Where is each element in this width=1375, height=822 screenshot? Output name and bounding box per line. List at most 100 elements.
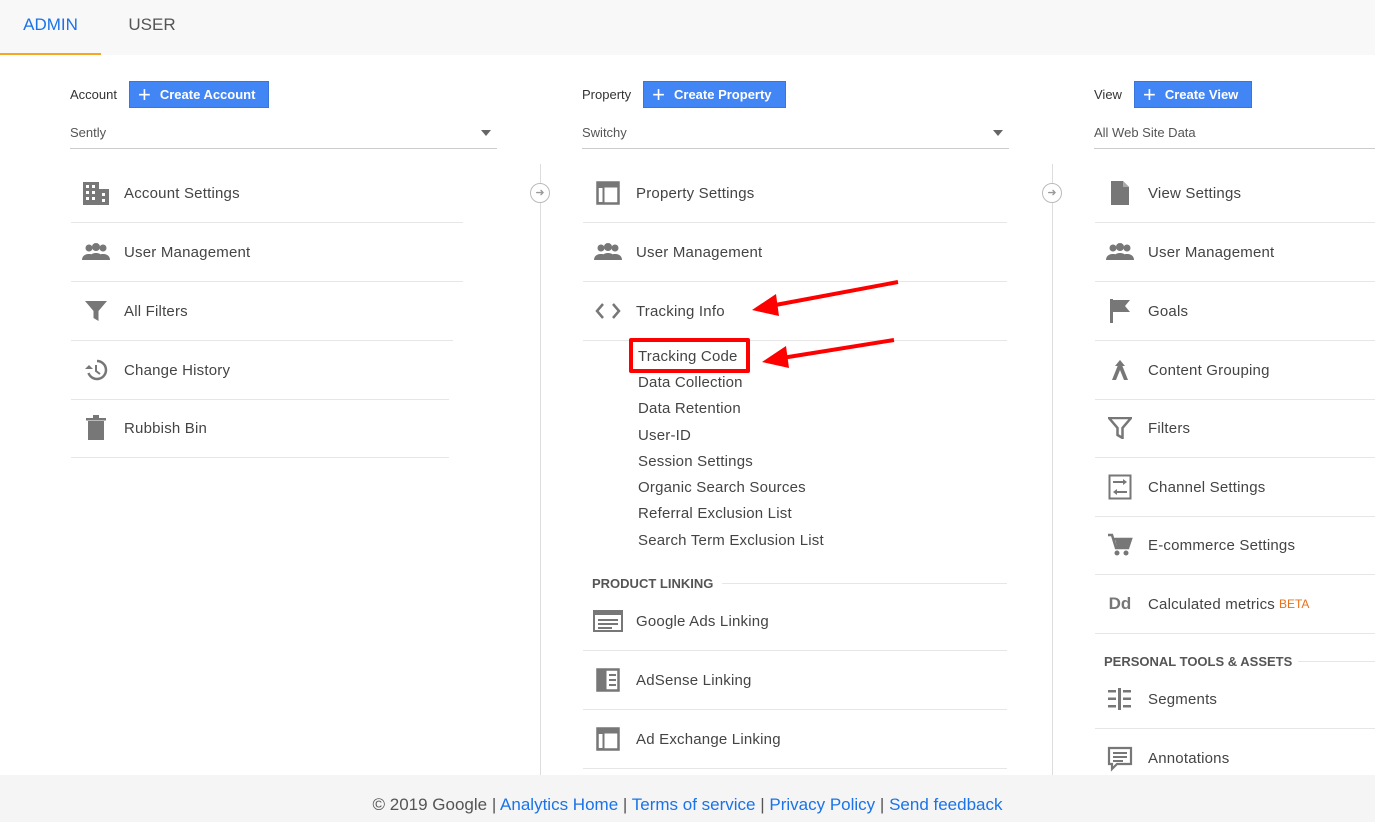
grouping-icon — [1105, 356, 1135, 384]
plus-icon: + — [652, 81, 665, 107]
separator: | — [760, 795, 765, 814]
google-ads-linking-item[interactable]: Google Ads Linking — [583, 592, 1007, 651]
history-icon — [81, 356, 111, 384]
column-divider — [1052, 164, 1053, 775]
segments-icon — [1105, 685, 1135, 713]
document-icon — [1105, 179, 1135, 207]
plus-icon: + — [137, 81, 151, 107]
create-account-button[interactable]: + Create Account — [128, 81, 270, 108]
create-account-label: Create Account — [159, 87, 256, 102]
property-settings-label: Property Settings — [636, 184, 755, 202]
data-retention-link[interactable]: Data Retention — [638, 400, 741, 417]
arrow-right-icon: ➜ — [1042, 183, 1062, 203]
google-ads-linking-label: Google Ads Linking — [636, 612, 769, 630]
annotations-label: Annotations — [1148, 750, 1230, 767]
divider — [722, 583, 1007, 584]
property-label: Property — [582, 87, 632, 102]
change-history-item[interactable]: Change History — [71, 341, 449, 400]
property-selected-value: Switchy — [582, 125, 627, 140]
ad-exchange-linking-label: Ad Exchange Linking — [636, 730, 781, 748]
ecommerce-settings-label: E-commerce Settings — [1148, 536, 1296, 554]
property-user-management-label: User Management — [636, 243, 763, 261]
personal-tools-heading: PERSONAL TOOLS & ASSETS — [1104, 654, 1293, 669]
goals-label: Goals — [1148, 302, 1189, 320]
create-property-button[interactable]: + Create Property — [643, 81, 786, 108]
divider — [1298, 661, 1375, 662]
plus-icon: + — [1142, 81, 1156, 107]
copyright-text: © 2019 Google — [372, 795, 488, 814]
product-linking-heading: PRODUCT LINKING — [592, 576, 714, 591]
account-settings-item[interactable]: Account Settings — [71, 164, 463, 223]
highlight-box — [629, 338, 750, 373]
flag-icon — [1105, 297, 1135, 325]
channel-settings-label: Channel Settings — [1148, 478, 1266, 496]
adsense-icon — [593, 666, 623, 694]
separator: | — [491, 795, 497, 814]
organic-search-sources-link[interactable]: Organic Search Sources — [638, 479, 806, 496]
goals-item[interactable]: Goals — [1095, 282, 1375, 341]
arrow-right-icon: ➜ — [530, 183, 550, 203]
annotation-icon — [1105, 745, 1135, 773]
terms-of-service-link[interactable]: Terms of service — [632, 795, 756, 814]
calculated-metrics-item[interactable]: Dd Calculated metrics BETA — [1095, 575, 1375, 634]
account-user-management-item[interactable]: User Management — [71, 223, 463, 282]
all-filters-item[interactable]: All Filters — [71, 282, 453, 341]
property-selector[interactable]: Switchy — [582, 118, 1009, 149]
dd-icon: Dd — [1108, 594, 1132, 613]
calculated-metrics-label: Calculated metrics — [1148, 595, 1275, 613]
annotation-arrows — [752, 280, 899, 368]
ads-icon — [593, 607, 623, 635]
people-icon — [1105, 238, 1135, 266]
analytics-home-link[interactable]: Analytics Home — [500, 795, 618, 814]
tab-user[interactable]: USER — [110, 0, 194, 55]
adsense-linking-item[interactable]: AdSense Linking — [583, 651, 1007, 710]
view-selected-value: All Web Site Data — [1094, 125, 1196, 140]
view-filters-item[interactable]: Filters — [1095, 399, 1375, 458]
create-view-label: Create View — [1164, 87, 1239, 102]
property-header: Property + Create Property — [582, 81, 786, 108]
session-settings-link[interactable]: Session Settings — [638, 453, 753, 470]
data-collection-link[interactable]: Data Collection — [638, 374, 743, 391]
code-icon — [593, 297, 623, 325]
segments-item[interactable]: Segments — [1095, 670, 1375, 729]
trash-icon — [81, 414, 111, 442]
view-user-management-item[interactable]: User Management — [1095, 223, 1375, 282]
property-settings-item[interactable]: Property Settings — [583, 164, 1007, 223]
people-icon — [81, 238, 111, 266]
account-user-management-label: User Management — [124, 243, 251, 261]
channel-settings-item[interactable]: Channel Settings — [1095, 458, 1375, 517]
view-settings-item[interactable]: View Settings — [1095, 164, 1375, 223]
tracking-info-label: Tracking Info — [636, 302, 725, 320]
send-feedback-link[interactable]: Send feedback — [889, 795, 1002, 814]
channel-icon — [1105, 473, 1135, 501]
view-settings-label: View Settings — [1148, 184, 1242, 202]
rubbish-bin-label: Rubbish Bin — [124, 419, 208, 437]
view-user-management-label: User Management — [1148, 243, 1275, 261]
filter-icon — [1105, 414, 1135, 442]
chevron-down-icon — [481, 130, 491, 136]
referral-exclusion-list-link[interactable]: Referral Exclusion List — [638, 505, 792, 522]
tab-admin[interactable]: ADMIN — [0, 0, 101, 55]
view-selector[interactable]: All Web Site Data — [1094, 118, 1375, 149]
adsense-linking-label: AdSense Linking — [636, 671, 752, 689]
account-label: Account — [70, 87, 117, 102]
ad-exchange-linking-item[interactable]: Ad Exchange Linking — [583, 710, 1007, 769]
beta-badge: BETA — [1278, 597, 1310, 611]
content-grouping-item[interactable]: Content Grouping — [1095, 341, 1375, 400]
account-header: Account + Create Account — [70, 81, 270, 108]
segments-label: Segments — [1148, 690, 1218, 708]
account-selector[interactable]: Sently — [70, 118, 497, 149]
privacy-policy-link[interactable]: Privacy Policy — [769, 795, 875, 814]
rubbish-bin-item[interactable]: Rubbish Bin — [71, 399, 449, 458]
cart-icon — [1105, 531, 1135, 559]
filter-icon — [81, 297, 111, 325]
ecommerce-settings-item[interactable]: E-commerce Settings — [1095, 516, 1375, 575]
search-term-exclusion-list-link[interactable]: Search Term Exclusion List — [638, 532, 824, 549]
account-settings-label: Account Settings — [124, 184, 240, 202]
footer: © 2019 Google | Analytics Home | Terms o… — [0, 775, 1375, 822]
building-icon — [81, 179, 111, 207]
separator: | — [879, 795, 885, 814]
create-view-button[interactable]: + Create View — [1133, 81, 1253, 108]
user-id-link[interactable]: User-ID — [638, 427, 691, 444]
chevron-down-icon — [993, 130, 1003, 136]
